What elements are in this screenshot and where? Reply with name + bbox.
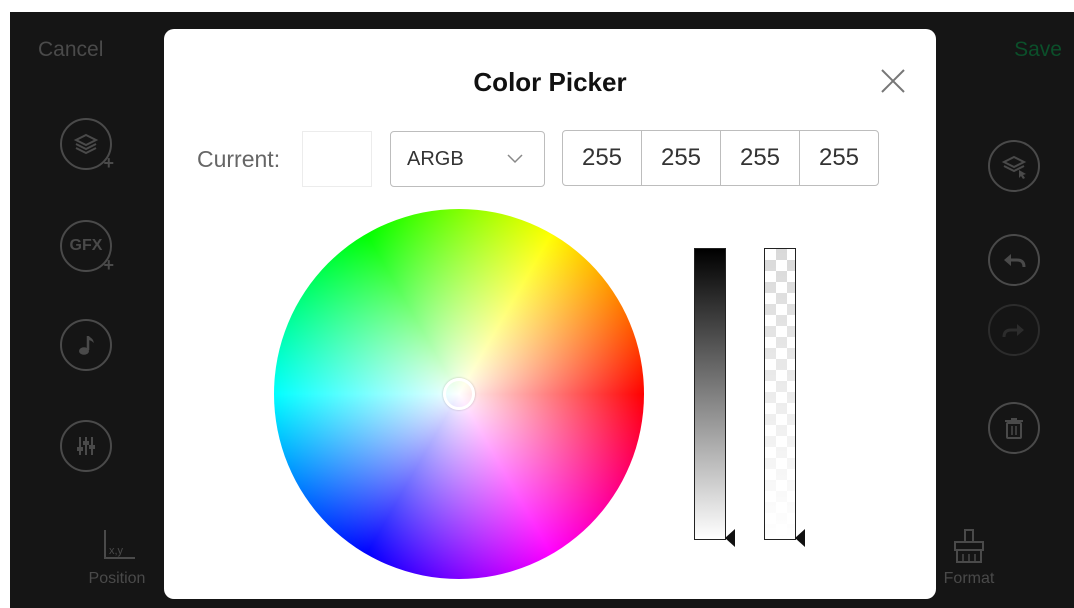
alpha-channel-input[interactable]: 255 xyxy=(563,131,642,185)
mixer-button[interactable] xyxy=(60,420,112,472)
color-wheel[interactable] xyxy=(274,209,644,579)
add-gfx-button[interactable]: GFX + xyxy=(60,220,114,275)
plus-icon: + xyxy=(103,255,114,275)
alpha-slider[interactable] xyxy=(764,248,805,547)
gfx-label: GFX xyxy=(69,237,103,254)
trash-icon xyxy=(1005,418,1023,439)
green-channel-input[interactable]: 255 xyxy=(721,131,800,185)
channel-inputs: 255 255 255 255 xyxy=(562,130,879,186)
paint-brush-icon xyxy=(954,529,984,563)
position-label: Position xyxy=(88,570,146,587)
color-picker-dialog: Color Picker Current: ARGB 255 255 255 2… xyxy=(164,29,936,599)
equalizer-icon xyxy=(77,437,95,455)
current-color-swatch xyxy=(302,131,372,187)
undo-button[interactable] xyxy=(988,234,1040,286)
format-label: Format xyxy=(943,570,995,587)
redo-button[interactable] xyxy=(988,304,1040,356)
save-button[interactable]: Save xyxy=(1014,38,1062,62)
brightness-slider-handle[interactable] xyxy=(725,529,735,547)
format-button[interactable]: Format xyxy=(936,526,1002,588)
current-label: Current: xyxy=(197,146,281,172)
color-wheel-selector[interactable] xyxy=(443,378,475,410)
red-channel-input[interactable]: 255 xyxy=(642,131,721,185)
layer-select-icon xyxy=(1001,155,1027,179)
color-mode-value: ARGB xyxy=(407,147,464,170)
color-mode-select[interactable]: ARGB xyxy=(390,131,545,187)
delete-button[interactable] xyxy=(988,402,1040,454)
alpha-slider-handle[interactable] xyxy=(795,529,805,547)
plus-icon: + xyxy=(103,153,114,173)
chevron-down-icon xyxy=(507,154,523,164)
position-icon-text: x,y xyxy=(109,545,124,557)
layers-add-icon xyxy=(73,133,99,155)
brightness-slider[interactable] xyxy=(694,248,735,547)
add-layer-button[interactable]: + xyxy=(60,118,114,173)
position-icon: x,y xyxy=(104,530,135,559)
position-button[interactable]: x,y Position xyxy=(82,526,152,588)
cancel-button[interactable]: Cancel xyxy=(38,38,103,62)
close-button[interactable] xyxy=(878,66,908,96)
undo-icon xyxy=(1004,254,1026,268)
add-music-button[interactable] xyxy=(60,319,112,371)
music-note-icon xyxy=(79,336,94,355)
close-icon xyxy=(881,69,905,93)
blue-channel-input[interactable]: 255 xyxy=(800,131,878,185)
redo-icon xyxy=(1002,324,1024,338)
select-layer-button[interactable] xyxy=(988,140,1040,192)
dialog-title: Color Picker xyxy=(473,67,627,97)
